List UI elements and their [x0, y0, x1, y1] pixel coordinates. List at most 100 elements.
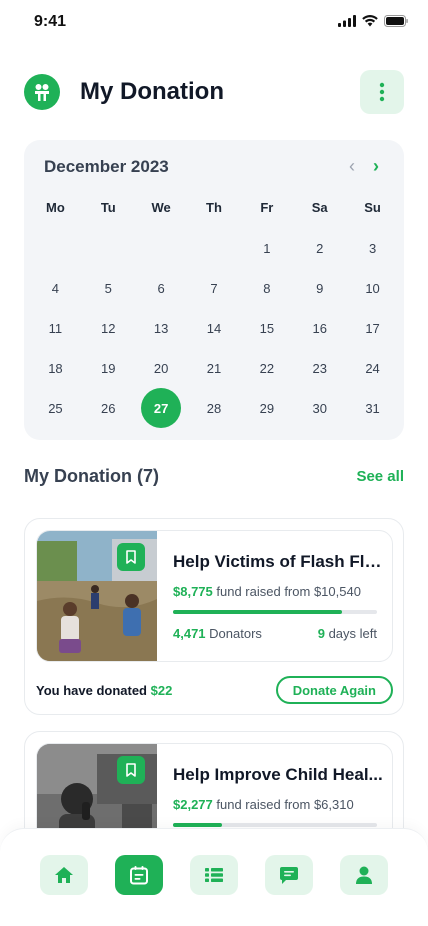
calendar-day[interactable]: 15	[240, 308, 293, 348]
profile-icon	[356, 866, 372, 884]
calendar-day[interactable]: 10	[346, 268, 399, 308]
calendar-day[interactable]: 26	[82, 388, 135, 428]
fund-raised-text: $8,775 fund raised from $10,540	[173, 584, 361, 599]
calendar-day-number: 16	[312, 320, 327, 336]
calendar-day-number: 6	[157, 280, 165, 296]
calendar-day[interactable]: 31	[346, 388, 399, 428]
calendar-day[interactable]: 21	[188, 348, 241, 388]
calendar-day-number: 1	[263, 240, 271, 256]
calendar-day-number: 27	[141, 388, 182, 428]
funding-progress-bar	[173, 610, 377, 614]
calendar-day[interactable]: 6	[135, 268, 188, 308]
home-icon	[55, 867, 73, 883]
bookmark-icon	[126, 763, 136, 777]
donation-card[interactable]: Help Victims of Flash Flo... $8,775 fund…	[24, 518, 404, 715]
funding-progress-bar	[173, 823, 377, 827]
calendar-day[interactable]: 4	[29, 268, 82, 308]
nav-chat-button[interactable]	[265, 855, 313, 895]
calendar-day[interactable]: 8	[240, 268, 293, 308]
donated-amount: $22	[150, 682, 173, 698]
calendar-day[interactable]: 22	[240, 348, 293, 388]
calendar-empty-cell	[82, 228, 135, 268]
raised-amount: $2,277	[173, 797, 213, 812]
calendar-day-number: 29	[259, 400, 275, 416]
header: My Donation	[24, 70, 404, 114]
calendar-day-number: 10	[365, 280, 380, 296]
calendar-day-number: 18	[48, 360, 63, 376]
weekday-label: Tu	[100, 200, 116, 215]
calendar-day[interactable]: 24	[346, 348, 399, 388]
calendar-day[interactable]: 19	[82, 348, 135, 388]
section-title: My Donation (7)	[24, 466, 159, 486]
heart-hands-icon	[35, 84, 49, 101]
calendar-empty-cell	[135, 228, 188, 268]
donation-title: Help Victims of Flash Flo...	[173, 552, 383, 571]
page-title: My Donation	[80, 78, 224, 105]
calendar-day[interactable]: 23	[293, 348, 346, 388]
bookmark-icon	[126, 550, 136, 564]
calendar-day[interactable]: 28	[188, 388, 241, 428]
calendar-day-number: 15	[259, 320, 275, 336]
see-all-link[interactable]: See all	[356, 468, 404, 485]
calendar-day[interactable]: 18	[29, 348, 82, 388]
calendar-day-number: 21	[206, 360, 222, 376]
calendar-day[interactable]: 5	[82, 268, 135, 308]
weekday-label: Sa	[311, 200, 328, 215]
weekday-label: Th	[206, 200, 222, 215]
calendar-day-number: 17	[365, 320, 380, 336]
bookmark-button[interactable]	[117, 543, 145, 571]
days-count: 9	[317, 626, 325, 641]
goal-amount: $10,540	[313, 584, 361, 599]
calendar-day[interactable]: 13	[135, 308, 188, 348]
calendar-day-number: 31	[365, 400, 380, 416]
nav-home-button[interactable]	[40, 855, 88, 895]
goal-amount: $6,310	[313, 797, 354, 812]
calendar-day-number: 30	[312, 400, 327, 416]
calendar-days-grid: 1 2 3 4 5 6 7 8 9 10 11 12 13 14 15 16 17 18 19 20 21 22 23 24 2…	[29, 228, 399, 428]
calendar-day-number: 8	[263, 280, 271, 296]
nav-list-button[interactable]	[190, 855, 238, 895]
calendar-day[interactable]: 17	[346, 308, 399, 348]
calendar-day-number: 2	[316, 240, 324, 256]
calendar-day-number: 5	[104, 280, 112, 296]
calendar-day[interactable]: 16	[293, 308, 346, 348]
calendar-day-number: 14	[206, 320, 222, 336]
nav-calendar-button[interactable]	[115, 855, 163, 895]
calendar-day[interactable]: 14	[188, 308, 241, 348]
chevron-right-icon[interactable]: ›	[370, 156, 382, 176]
calendar-day-number: 26	[101, 400, 116, 416]
calendar-day-number: 20	[153, 360, 169, 376]
raised-amount: $8,775	[173, 584, 213, 599]
bookmark-button[interactable]	[117, 756, 145, 784]
calendar-day[interactable]: 20	[135, 348, 188, 388]
status-bar: 9:41	[0, 0, 428, 44]
status-time: 9:41	[34, 13, 67, 30]
calendar-day-selected[interactable]: 27	[135, 388, 188, 428]
calendar-day-number: 13	[153, 320, 169, 336]
calendar-day-number: 22	[259, 360, 275, 376]
calendar-day[interactable]: 3	[346, 228, 399, 268]
more-vertical-icon	[379, 82, 385, 102]
chevron-left-icon[interactable]: ‹	[346, 156, 358, 176]
calendar-day[interactable]: 1	[240, 228, 293, 268]
calendar-day[interactable]: 11	[29, 308, 82, 348]
calendar-day[interactable]: 25	[29, 388, 82, 428]
calendar-day[interactable]: 2	[293, 228, 346, 268]
calendar-day-number: 9	[316, 280, 324, 296]
calendar-day[interactable]: 12	[82, 308, 135, 348]
weekday-label: We	[151, 200, 171, 215]
more-options-button[interactable]	[360, 70, 404, 114]
calendar-day[interactable]: 29	[240, 388, 293, 428]
calendar-day[interactable]: 7	[188, 268, 241, 308]
donated-info: You have donated $22	[36, 683, 172, 698]
nav-profile-button[interactable]	[340, 855, 388, 895]
calendar-day-number: 11	[48, 320, 63, 336]
calendar-day[interactable]: 30	[293, 388, 346, 428]
calendar-weekdays: Mo Tu We Th Fr Sa Su	[29, 200, 399, 215]
calendar-day[interactable]: 9	[293, 268, 346, 308]
donate-again-button[interactable]: Donate Again	[275, 676, 393, 704]
weekday-label: Mo	[46, 200, 65, 215]
wifi-icon	[362, 15, 378, 27]
fund-raised-text: $2,277 fund raised from $6,310	[173, 797, 354, 812]
calendar-day-number: 23	[312, 360, 327, 376]
